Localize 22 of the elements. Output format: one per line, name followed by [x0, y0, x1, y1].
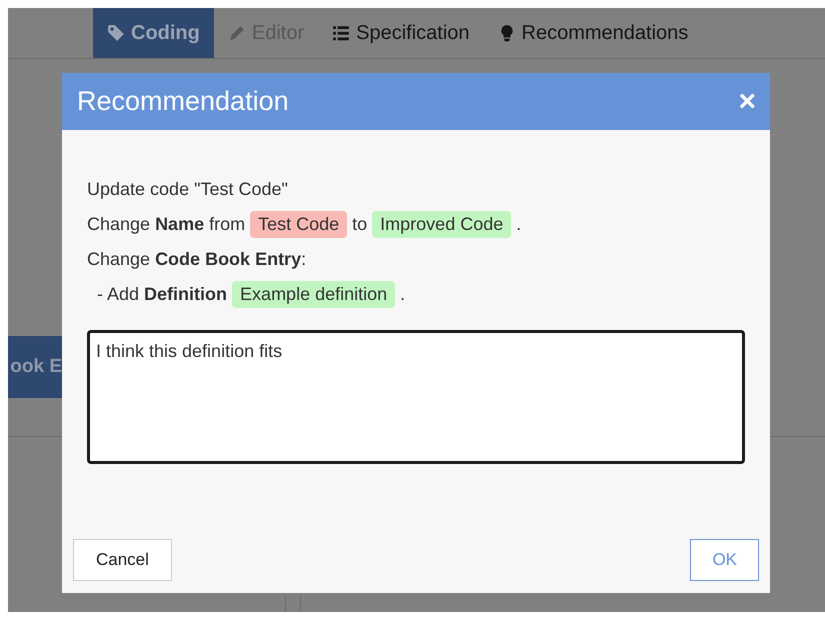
new-value-tag: Improved Code	[372, 211, 512, 238]
tag-icon	[107, 24, 125, 42]
comment-field[interactable]: I think this definition fits	[87, 330, 745, 464]
tab[interactable]: Coding	[93, 8, 214, 58]
dialog-title: Recommendation	[77, 86, 289, 117]
ok-button[interactable]: OK	[690, 539, 759, 581]
list-icon	[332, 24, 350, 42]
change-text: Change Name from	[87, 214, 246, 235]
old-value-tag: Test Code	[250, 211, 348, 238]
change-text: .	[516, 214, 522, 235]
close-button[interactable]: ×	[738, 86, 756, 116]
pencil-icon	[228, 24, 246, 42]
change-text: Update code "Test Code"	[87, 179, 288, 200]
tab[interactable]: ook E	[8, 336, 62, 398]
change-text: to	[352, 214, 368, 235]
new-value-tag: Example definition	[232, 281, 396, 308]
cancel-button[interactable]: Cancel	[73, 539, 172, 581]
change-text: - Add Definition	[96, 284, 228, 305]
change-text: .	[400, 284, 406, 305]
tab[interactable]: Specification	[318, 8, 484, 58]
tab[interactable]: Recommendations	[484, 8, 702, 58]
change-text: Change Code Book Entry:	[87, 249, 306, 270]
